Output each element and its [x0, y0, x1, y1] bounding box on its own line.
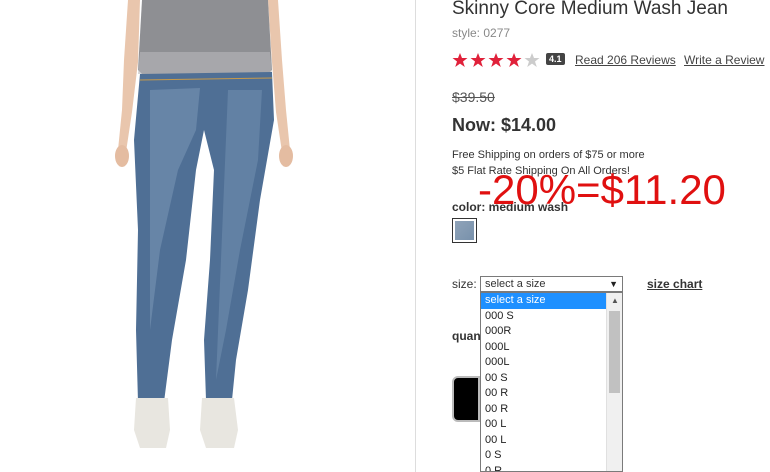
quantity-label: quantity — [452, 329, 480, 343]
size-label: size: — [452, 277, 477, 291]
original-price: $39.50 — [452, 89, 495, 105]
size-select-value: select a size — [485, 278, 546, 290]
size-dropdown-list[interactable]: select a size 000 S 000R 000L 000L 00 S … — [480, 292, 623, 472]
dropdown-arrow-icon: ▼ — [609, 279, 618, 289]
size-option[interactable]: 000 S — [481, 309, 607, 325]
size-option[interactable]: 00 R — [481, 402, 607, 418]
size-option[interactable]: 00 S — [481, 371, 607, 387]
size-option[interactable]: 0 R — [481, 464, 607, 472]
sale-price: Now: $14.00 — [452, 115, 557, 135]
size-select[interactable]: select a size ▼ — [480, 276, 623, 292]
rating-stars — [452, 52, 540, 68]
color-swatch-medium-wash[interactable] — [452, 218, 477, 243]
dropdown-scrollbar[interactable]: ▲ — [606, 293, 622, 471]
product-style-number: style: 0277 — [452, 26, 511, 40]
size-option[interactable]: 00 R — [481, 386, 607, 402]
size-option[interactable]: 00 L — [481, 433, 607, 449]
star-filled-icon — [452, 53, 468, 67]
read-reviews-prefix: Read — [575, 53, 608, 67]
product-title: Skinny Core Medium Wash Jean — [452, 0, 728, 19]
size-option[interactable]: 00 L — [481, 417, 607, 433]
add-to-bag-button[interactable] — [452, 376, 480, 422]
rating-badge: 4.1 — [546, 53, 565, 65]
size-option[interactable]: 000L — [481, 340, 607, 356]
column-divider — [415, 0, 416, 472]
reviews-count: 206 — [607, 53, 628, 67]
write-review-link[interactable]: Write a Review — [684, 53, 764, 67]
read-reviews-link[interactable]: Read 206 Reviews — [575, 53, 676, 67]
size-option[interactable]: 000R — [481, 324, 607, 340]
swatch-fill — [455, 221, 474, 240]
shipping-info-free: Free Shipping on orders of $75 or more — [452, 149, 645, 161]
star-filled-icon — [488, 53, 504, 67]
size-option[interactable]: 000L — [481, 355, 607, 371]
size-option[interactable]: 0 S — [481, 448, 607, 464]
size-option[interactable]: select a size — [481, 293, 607, 309]
star-empty-icon — [524, 53, 540, 67]
product-image[interactable] — [0, 0, 415, 472]
star-filled-icon — [506, 53, 522, 67]
discount-annotation: -20%=$11.20 — [478, 166, 726, 213]
read-reviews-suffix: Reviews — [627, 53, 676, 67]
size-chart-link[interactable]: size chart — [647, 277, 702, 291]
scroll-thumb[interactable] — [609, 311, 620, 393]
star-filled-icon — [470, 53, 486, 67]
scroll-up-icon[interactable]: ▲ — [607, 293, 622, 309]
jeans-model-photo — [115, 0, 293, 448]
